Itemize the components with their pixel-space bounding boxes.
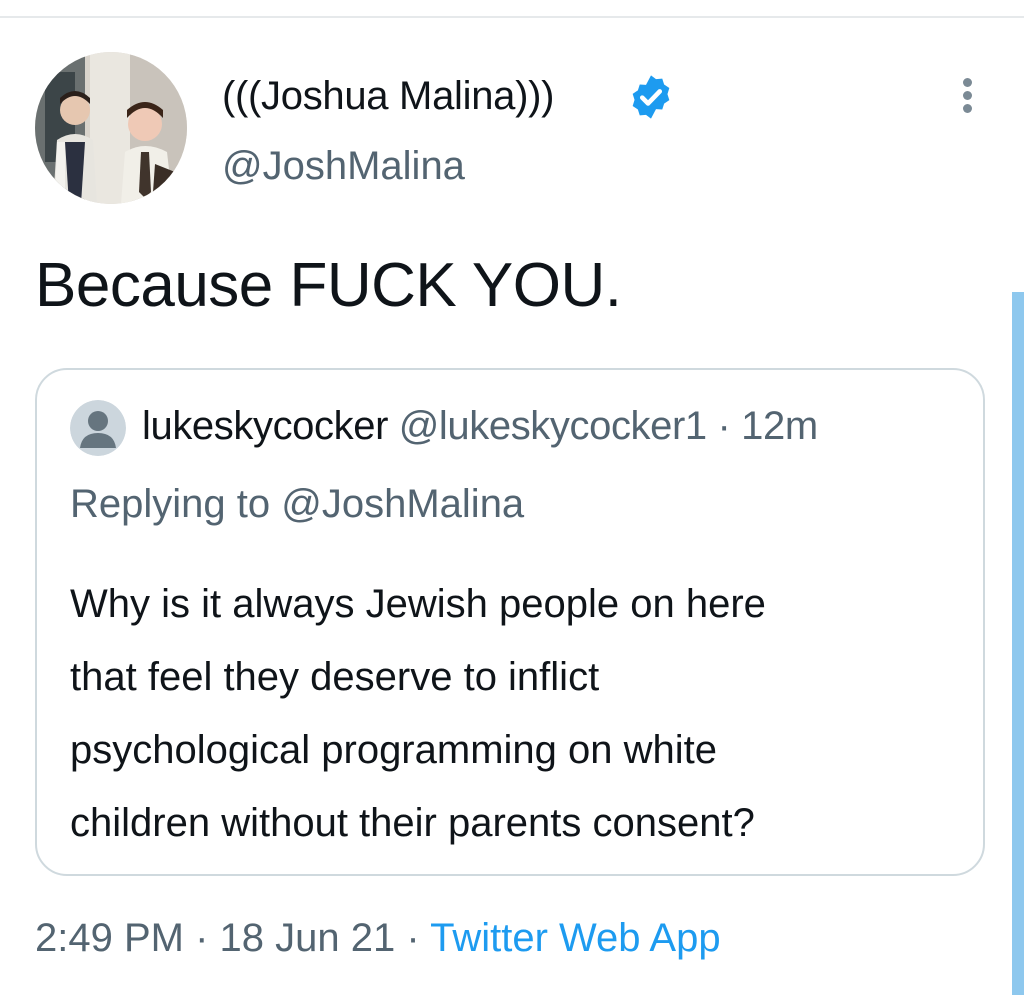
more-options-button[interactable] — [950, 74, 984, 122]
verified-badge-icon — [632, 75, 670, 119]
quoted-tweet-line: children without their parents consent? — [70, 801, 755, 845]
footer-separator: · — [195, 916, 209, 960]
author-handle[interactable]: @JoshMalina — [222, 140, 465, 192]
tweet-page: (((Joshua Malina))) @JoshMalina Because … — [0, 0, 1024, 995]
replying-prefix: Replying to — [70, 482, 271, 526]
top-divider — [0, 16, 1024, 18]
tweet-text: Because FUCK YOU. — [35, 251, 622, 320]
quoted-separator: · — [717, 404, 731, 448]
quoted-tweet-line: that feel they deserve to inflict — [70, 655, 600, 699]
tweet-date[interactable]: 18 Jun 21 — [220, 916, 396, 960]
tweet-source-link[interactable]: Twitter Web App — [430, 916, 721, 960]
quoted-tweet-line: Why is it always Jewish people on here — [70, 582, 766, 626]
quoted-time-ago[interactable]: 12m — [741, 404, 818, 448]
tweet-timestamp-row: 2:49 PM · 18 Jun 21 · Twitter Web App — [35, 912, 721, 964]
quoted-tweet-header: lukeskycocker @lukeskycocker1 · 12m — [142, 400, 818, 452]
author-avatar[interactable] — [35, 52, 187, 204]
quoted-author-name[interactable]: lukeskycocker — [142, 404, 388, 448]
footer-separator: · — [406, 916, 420, 960]
quoted-tweet-text: Why is it always Jewish people on here t… — [70, 568, 970, 860]
more-vertical-icon-dot — [962, 91, 972, 100]
tweet-time[interactable]: 2:49 PM — [35, 916, 184, 960]
scrollbar[interactable] — [1012, 292, 1024, 995]
author-display-name[interactable]: (((Joshua Malina))) — [222, 70, 554, 122]
replying-to-mention-link[interactable]: @JoshMalina — [281, 482, 524, 526]
more-vertical-icon-dot — [962, 104, 972, 113]
default-user-icon — [70, 400, 126, 456]
quoted-author-handle[interactable]: @lukeskycocker1 — [399, 404, 707, 448]
quoted-tweet-line: psychological programming on white — [70, 728, 717, 772]
quoted-author-avatar[interactable] — [70, 400, 126, 456]
more-vertical-icon — [962, 78, 972, 87]
avatar-photo-icon — [35, 52, 187, 204]
replying-to-line: Replying to @JoshMalina — [70, 478, 524, 530]
